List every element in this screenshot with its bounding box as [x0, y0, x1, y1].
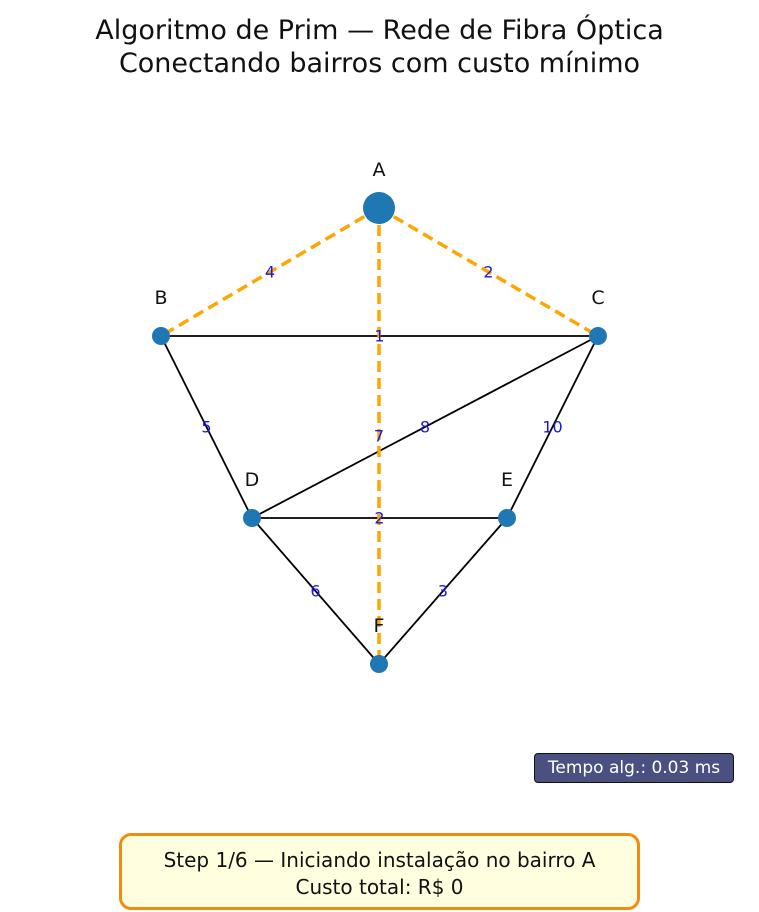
- node-label-B: B: [154, 287, 167, 309]
- edge-weight-C-E: 10: [542, 418, 562, 437]
- node-A: [363, 192, 395, 224]
- node-B: [152, 327, 170, 345]
- edge-weight-D-E: 2: [374, 509, 384, 528]
- node-label-E: E: [501, 469, 513, 491]
- step-text: Step 1/6 — Iniciando instalação no bairr…: [163, 848, 596, 872]
- node-label-C: C: [591, 287, 604, 309]
- node-label-A: A: [373, 159, 386, 181]
- node-C: [589, 327, 607, 345]
- edge-weight-A-B: 4: [265, 263, 275, 282]
- edge-weight-D-F: 6: [310, 582, 320, 601]
- node-D: [243, 509, 261, 527]
- edge-weight-B-D: 5: [201, 418, 211, 437]
- node-E: [498, 509, 516, 527]
- node-label-F: F: [374, 615, 385, 637]
- status-box: Step 1/6 — Iniciando instalação no bairr…: [119, 833, 640, 910]
- edge-weight-A-C: 2: [483, 263, 493, 282]
- edge-weight-A-F: 7: [374, 427, 384, 446]
- total-cost-text: Custo total: R$ 0: [295, 875, 464, 899]
- edge-weight-B-C: 1: [374, 327, 384, 346]
- timer-badge: Tempo alg.: 0.03 ms: [534, 753, 734, 783]
- edge-weight-E-F: 3: [438, 582, 448, 601]
- edge-weight-C-D: 8: [420, 418, 430, 437]
- node-label-D: D: [245, 469, 260, 491]
- node-F: [370, 655, 388, 673]
